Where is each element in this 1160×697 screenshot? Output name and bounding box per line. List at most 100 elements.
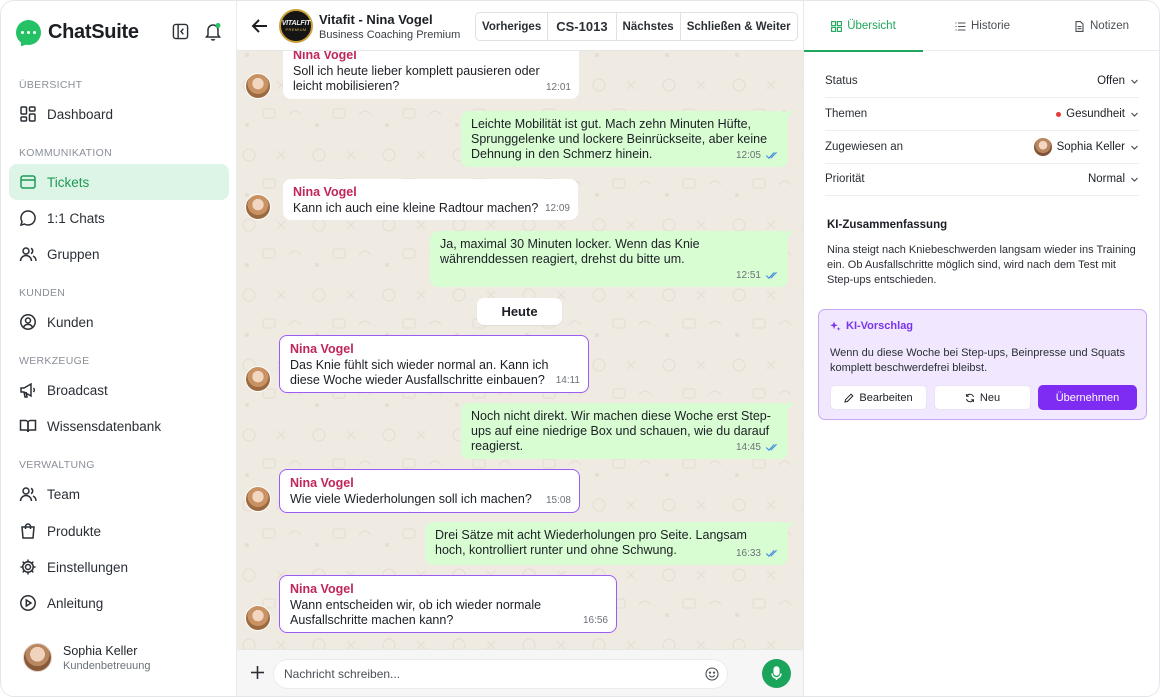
- sidebar-item-broadcast[interactable]: Broadcast: [9, 372, 229, 408]
- message-time-text: 14:11: [555, 375, 580, 386]
- property-topics[interactable]: Themen Gesundheit: [825, 98, 1139, 131]
- ai-summary-title: KI-Zusammenfassung: [827, 219, 948, 231]
- chat-title: Vitafit - Nina Vogel: [319, 12, 433, 27]
- message-time-text: 14:45: [735, 442, 761, 453]
- chat-subtitle: Business Coaching Premium: [319, 29, 461, 41]
- close-and-next-button[interactable]: Schließen & Weiter: [681, 13, 797, 40]
- property-assignee[interactable]: Zugewiesen an Sophia Keller: [825, 131, 1139, 164]
- sidebar-item-label: Anleitung: [47, 595, 104, 611]
- regenerate-suggestion-button[interactable]: Neu: [934, 385, 1031, 410]
- message-time-text: 12:09: [544, 203, 570, 214]
- next-ticket-button[interactable]: Nächstes: [617, 13, 681, 40]
- tab-notes[interactable]: Notizen: [1042, 1, 1159, 51]
- avatar: [1033, 138, 1052, 156]
- pencil-icon: [844, 392, 854, 403]
- assignee-value: Sophia Keller: [1056, 141, 1125, 153]
- message-time: 16:56: [583, 613, 608, 628]
- sidebar-item-label: 1:1 Chats: [47, 210, 105, 226]
- arrow-left-icon[interactable]: [250, 16, 270, 36]
- chat-bubble-icon: [19, 210, 36, 227]
- avatar-brand-text: VITALFIT: [281, 20, 311, 27]
- megaphone-icon: [20, 382, 36, 398]
- ticket-details-panel: Übersicht Historie Notizen Status Offen …: [803, 1, 1159, 696]
- bubble-tail: [786, 111, 794, 119]
- tab-overview[interactable]: Übersicht: [804, 1, 923, 52]
- property-label: Priorität: [825, 173, 865, 185]
- sidebar-item-settings[interactable]: Einstellungen: [9, 549, 229, 585]
- grid-icon: [831, 20, 843, 32]
- contact-avatar: VITALFIT PREMIUM: [279, 9, 313, 43]
- sidebar-item-knowledge[interactable]: Wissensdatenbank: [9, 408, 229, 444]
- section-label-communication: KOMMUNIKATION: [19, 147, 112, 159]
- double-check-icon: [765, 151, 777, 160]
- sidebar-item-label: Gruppen: [47, 246, 100, 262]
- section-label-admin: VERWALTUNG: [19, 459, 95, 471]
- assignee-select[interactable]: Sophia Keller: [1033, 138, 1139, 156]
- message-text: Ja, maximal 30 Minuten locker. Wenn das …: [440, 237, 700, 266]
- sidebar-item-dashboard[interactable]: Dashboard: [9, 96, 229, 132]
- message-time: 14:45: [736, 440, 780, 455]
- message-composer: [237, 649, 803, 696]
- emoji-icon[interactable]: [705, 667, 719, 681]
- message-input-wrapper: [273, 659, 728, 689]
- avatar: [245, 486, 271, 512]
- property-priority[interactable]: Priorität Normal: [825, 163, 1139, 196]
- property-status[interactable]: Status Offen: [825, 65, 1139, 98]
- edit-suggestion-button[interactable]: Bearbeiten: [830, 385, 927, 410]
- message-time: 12:01: [546, 80, 571, 95]
- message-text: Soll ich heute lieber komplett pausieren…: [293, 64, 540, 93]
- chevron-down-icon: [1131, 177, 1138, 182]
- bubble-tail: [786, 403, 794, 411]
- collapse-sidebar-icon[interactable]: [172, 23, 189, 40]
- avatar: [245, 73, 271, 99]
- status-select[interactable]: Offen: [1097, 75, 1139, 87]
- app-window: ChatSuite ÜBERSICHT Dashboard KOMMUNIKAT…: [0, 0, 1160, 697]
- tab-history[interactable]: Historie: [923, 1, 1042, 51]
- topics-value: Gesundheit: [1066, 108, 1125, 120]
- priority-select[interactable]: Normal: [1088, 173, 1139, 185]
- ai-suggestion-text: Wenn du diese Woche bei Step-ups, Beinpr…: [830, 347, 1125, 374]
- message-sender: Nina Vogel: [293, 185, 357, 199]
- chevron-down-icon: [1131, 112, 1138, 117]
- microphone-button[interactable]: [762, 659, 791, 688]
- tab-label: Notizen: [1090, 20, 1129, 32]
- previous-ticket-button[interactable]: Vorheriges: [476, 13, 549, 40]
- button-label: Neu: [979, 391, 1001, 404]
- sidebar-item-tickets[interactable]: Tickets: [9, 164, 229, 200]
- sidebar-item-groups[interactable]: Gruppen: [9, 236, 229, 272]
- play-circle-icon: [20, 595, 36, 611]
- section-label-customers: KUNDEN: [19, 287, 66, 299]
- sidebar-item-label: Wissensdatenbank: [47, 418, 162, 434]
- bell-icon[interactable]: [204, 22, 222, 41]
- user-circle-icon: [20, 314, 36, 330]
- sparkles-icon: [830, 321, 841, 331]
- sidebar-item-products[interactable]: Produkte: [9, 513, 229, 549]
- book-open-icon: [19, 419, 37, 433]
- message-incoming-highlighted: Nina Vogel Wann entscheiden wir, ob ich …: [279, 575, 617, 633]
- message-time-text: 12:01: [545, 82, 571, 93]
- plus-icon[interactable]: [250, 665, 265, 680]
- gear-icon: [20, 559, 36, 575]
- message-time: 12:05: [736, 148, 780, 163]
- accept-suggestion-button[interactable]: Übernehmen: [1038, 385, 1137, 410]
- property-label: Zugewiesen an: [825, 141, 903, 153]
- button-label: Übernehmen: [1055, 391, 1120, 404]
- panel-tabs: Übersicht Historie Notizen: [804, 1, 1159, 52]
- avatar-brand-subtext: PREMIUM: [285, 27, 307, 32]
- tab-label: Übersicht: [847, 20, 896, 32]
- sidebar-item-customers[interactable]: Kunden: [9, 304, 229, 340]
- ticket-navigation: Vorheriges CS-1013 Nächstes Schließen & …: [475, 12, 798, 41]
- sidebar-item-guide[interactable]: Anleitung: [9, 585, 229, 621]
- message-time-text: 12:05: [735, 150, 761, 161]
- message-input[interactable]: [284, 667, 704, 681]
- double-check-icon: [765, 271, 777, 280]
- message-text: Das Knie fühlt sich wieder normal an. Ka…: [290, 358, 549, 387]
- sidebar-item-team[interactable]: Team: [9, 476, 229, 512]
- current-user[interactable]: Sophia Keller Kundenbetreuung: [23, 643, 150, 672]
- message-sender: Nina Vogel: [290, 342, 354, 356]
- sidebar-item-chats[interactable]: 1:1 Chats: [9, 200, 229, 236]
- topics-select[interactable]: Gesundheit: [1056, 108, 1139, 120]
- sidebar-item-label: Tickets: [47, 174, 90, 190]
- brand-name: ChatSuite: [48, 20, 139, 43]
- sidebar-item-label: Einstellungen: [47, 559, 129, 575]
